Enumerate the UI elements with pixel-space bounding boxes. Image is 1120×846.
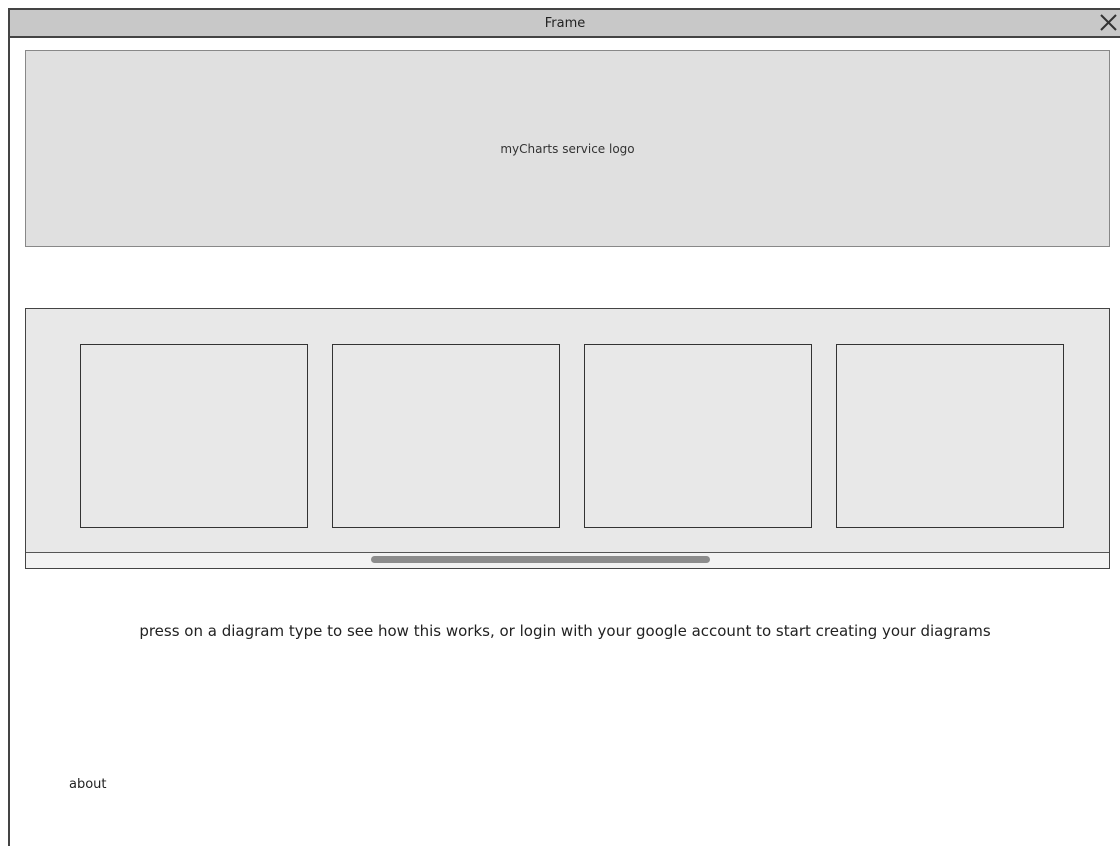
close-icon[interactable] [1096,11,1120,35]
about-link[interactable]: about [69,777,107,792]
title-bar: Frame [10,10,1120,38]
carousel-track [80,344,1064,528]
horizontal-scrollbar[interactable] [26,552,1109,568]
window-title: Frame [544,15,586,31]
diagram-type-card-4[interactable] [836,344,1064,528]
app-window: Frame myCharts service logo press on a d… [8,8,1120,846]
diagram-type-card-1[interactable] [80,344,308,528]
scrollbar-thumb[interactable] [371,556,710,563]
logo-label: myCharts service logo [500,141,635,156]
instructions-text: press on a diagram type to see how this … [139,622,991,640]
diagram-type-carousel [25,308,1110,569]
diagram-type-card-2[interactable] [332,344,560,528]
service-logo-placeholder: myCharts service logo [25,50,1110,247]
diagram-type-card-3[interactable] [584,344,812,528]
